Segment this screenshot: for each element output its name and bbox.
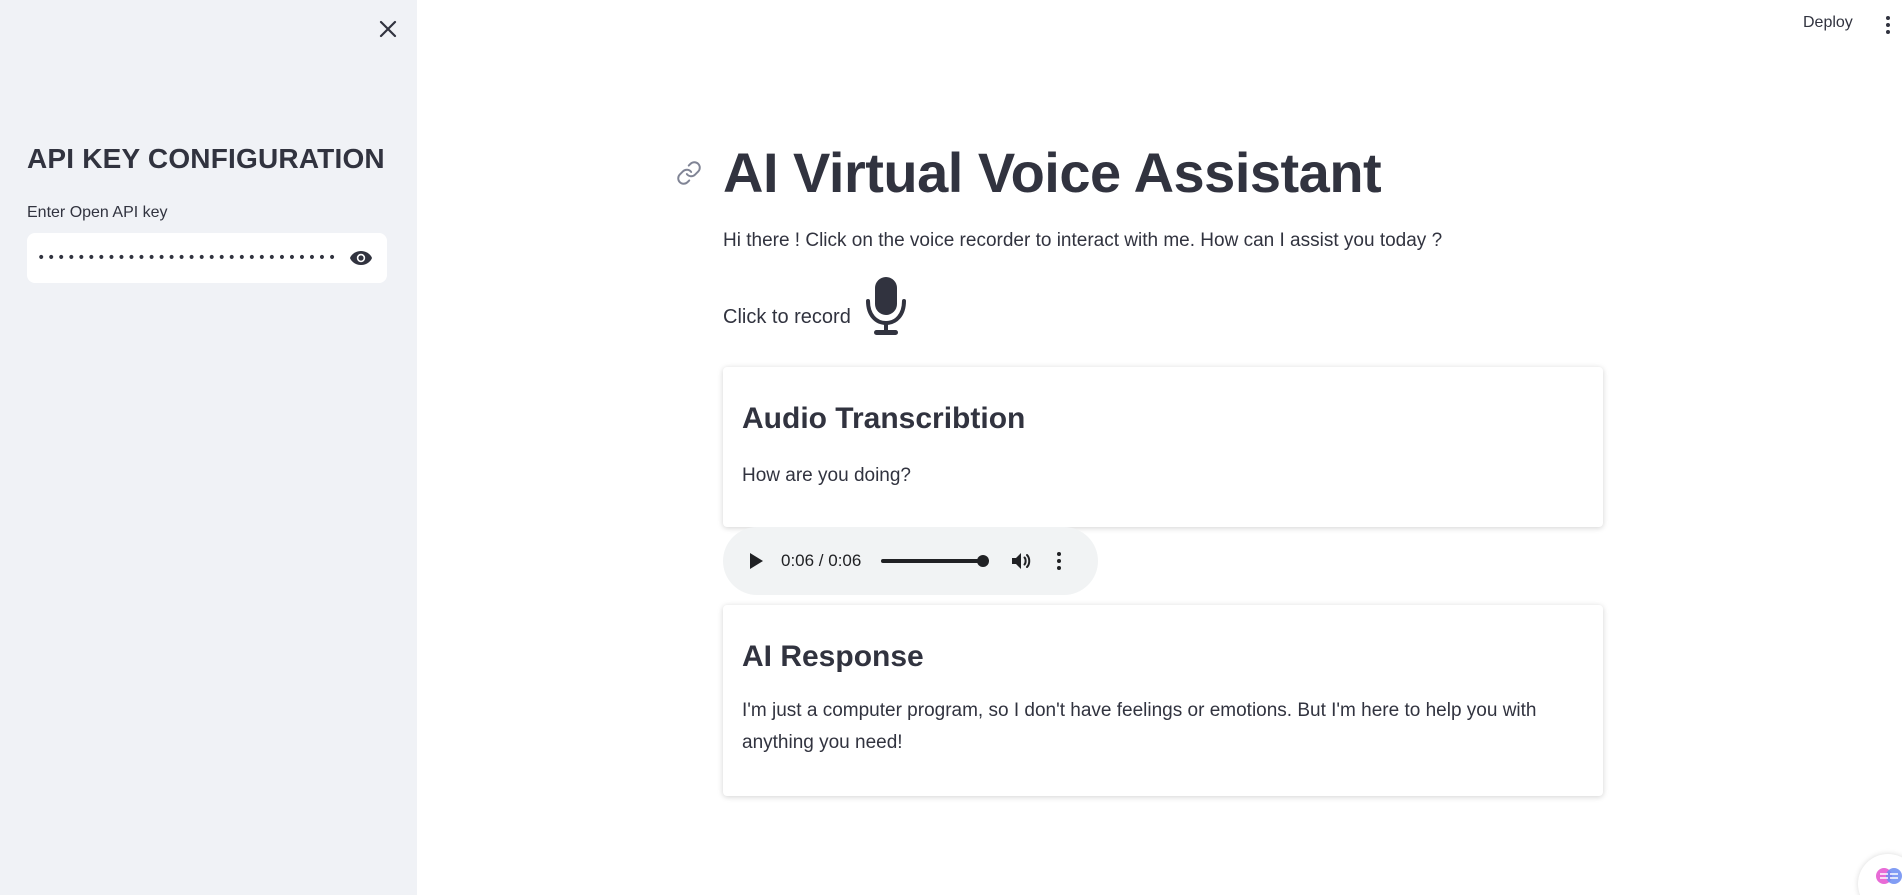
app-badge[interactable] [1858,854,1902,895]
sidebar: API KEY CONFIGURATION Enter Open API key [0,0,417,895]
close-icon [379,20,397,38]
audio-progress-knob[interactable] [977,555,990,567]
audio-player: 0:06 / 0:06 [723,527,1098,595]
microphone-icon [865,277,906,335]
page-title: AI Virtual Voice Assistant [723,141,1382,204]
app-badge-icon [1876,868,1902,884]
ai-response-text: I'm just a computer program, so I don't … [742,700,1537,753]
kebab-dot [1886,23,1890,27]
recorder: Click to record [723,275,909,337]
main-menu-button[interactable] [1878,12,1898,38]
kebab-menu-icon [1886,16,1890,20]
more-dot [1057,559,1062,563]
audio-more-options-button[interactable] [1049,548,1069,574]
api-key-field [27,233,387,283]
transcription-title: Audio Transcribtion [742,402,1026,435]
more-dot [1057,566,1062,570]
sidebar-title: API KEY CONFIGURATION [27,143,385,174]
title-anchor-link[interactable] [676,160,702,186]
record-label: Click to record [723,306,851,328]
close-sidebar-button[interactable] [371,12,405,46]
record-button[interactable] [863,275,909,337]
link-icon [677,161,701,185]
transcription-text: How are you doing? [742,465,911,486]
kebab-dot [1886,30,1890,34]
intro-text: Hi there ! Click on the voice recorder t… [723,230,1443,251]
show-password-button[interactable] [335,233,387,283]
eye-icon [350,251,372,265]
deploy-button[interactable]: Deploy [1803,14,1853,32]
ai-response-title: AI Response [742,640,924,673]
audio-time: 0:06 / 0:06 [781,551,862,570]
transcription-card: Audio Transcribtion How are you doing? [723,367,1603,527]
ai-response-card: AI Response I'm just a computer program,… [723,605,1603,796]
api-key-input[interactable] [27,233,335,283]
audio-progress-bar[interactable] [881,555,990,567]
api-key-label: Enter Open API key [27,204,168,221]
more-options-icon [1057,552,1062,556]
volume-icon[interactable] [1009,549,1033,573]
play-icon[interactable] [745,550,767,572]
